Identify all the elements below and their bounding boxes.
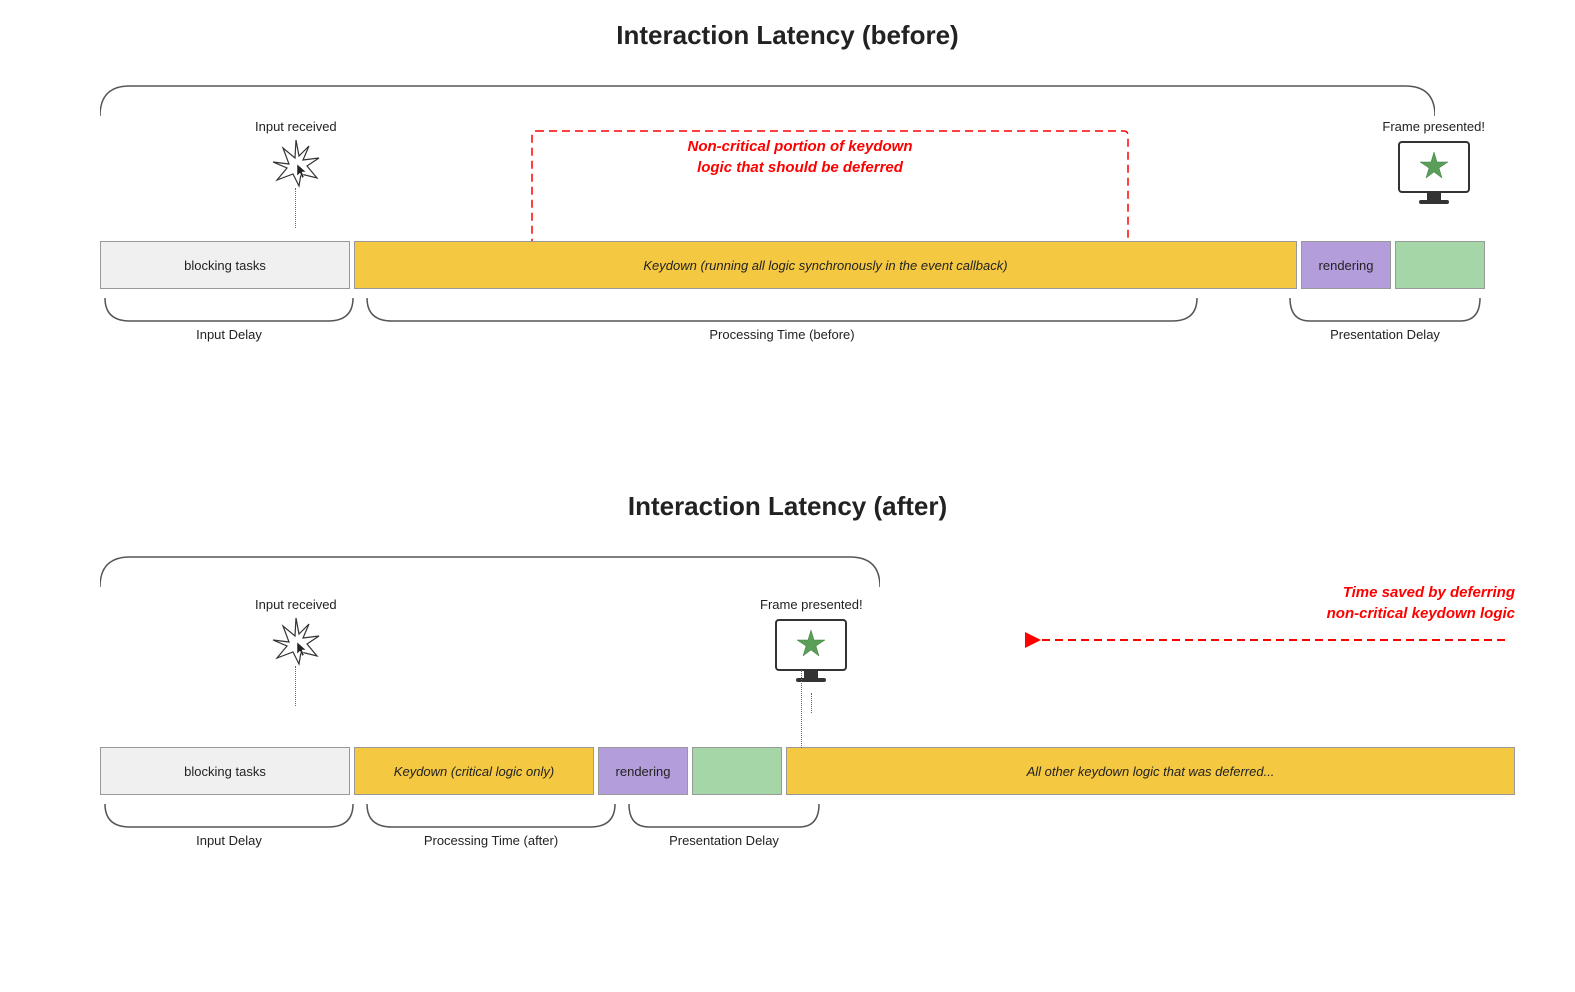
- block-blocking-after: blocking tasks: [100, 747, 350, 795]
- brace-input-delay-before: [100, 296, 358, 326]
- top-brace-after: [100, 552, 880, 592]
- label-presentation-after: Presentation Delay: [624, 833, 824, 848]
- starburst-before: [271, 138, 321, 188]
- frame-dotted-line-after: [801, 670, 802, 748]
- label-presentation-before: Presentation Delay: [1285, 327, 1485, 342]
- label-processing-after: Processing Time (after): [362, 833, 620, 848]
- block-blocking-before: blocking tasks: [100, 241, 350, 289]
- block-keydown-after: Keydown (critical logic only): [354, 747, 594, 795]
- after-diagram: Interaction Latency (after) Time saved b…: [40, 491, 1535, 932]
- brace-presentation-before: [1285, 296, 1485, 326]
- time-saved-arrow: [1015, 630, 1515, 650]
- label-processing-before: Processing Time (before): [362, 327, 1202, 342]
- monitor-icon-after: [771, 618, 851, 688]
- top-brace-before: [100, 81, 1435, 121]
- brace-processing-before: [362, 296, 1202, 326]
- annotation-text-after: Time saved by deferring non-critical key…: [1015, 582, 1515, 624]
- before-diagram: Interaction Latency (before) Input recei…: [40, 20, 1535, 421]
- label-input-delay-before: Input Delay: [100, 327, 358, 342]
- block-rendering-after: rendering: [598, 747, 688, 795]
- block-green-after: [692, 747, 782, 795]
- blocks-row-after: blocking tasks Keydown (critical logic o…: [100, 747, 1515, 795]
- frame-presented-label-before: Frame presented!: [1382, 119, 1485, 134]
- input-received-label-after: Input received: [255, 597, 337, 612]
- starburst-after: [271, 616, 321, 666]
- block-keydown-before: Keydown (running all logic synchronously…: [354, 241, 1297, 289]
- after-title: Interaction Latency (after): [40, 491, 1535, 522]
- block-deferred-after: All other keydown logic that was deferre…: [786, 747, 1515, 795]
- label-input-delay-after: Input Delay: [100, 833, 358, 848]
- frame-presented-label-after: Frame presented!: [760, 597, 863, 612]
- before-title: Interaction Latency (before): [40, 20, 1535, 51]
- brace-processing-after: [362, 802, 620, 832]
- input-received-label-before: Input received: [255, 119, 337, 134]
- block-green-before: [1395, 241, 1485, 289]
- monitor-icon-before: [1394, 140, 1474, 210]
- brace-presentation-after: [624, 802, 824, 832]
- blocks-row-before: blocking tasks Keydown (running all logi…: [100, 241, 1485, 289]
- block-rendering-before: rendering: [1301, 241, 1391, 289]
- brace-input-delay-after: [100, 802, 358, 832]
